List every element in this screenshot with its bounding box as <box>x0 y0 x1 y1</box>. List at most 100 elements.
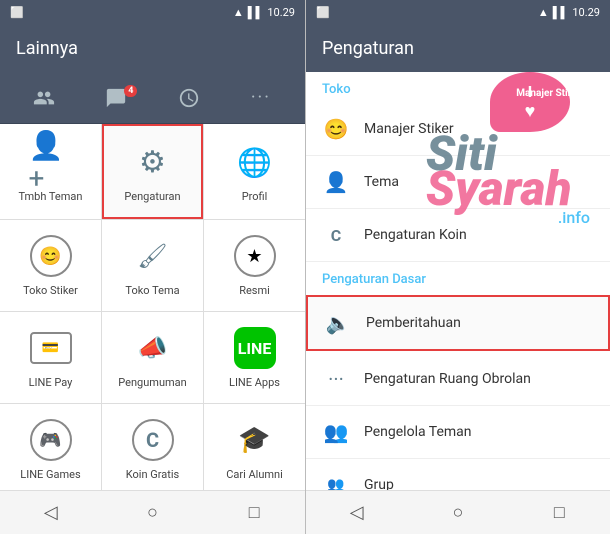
coin-c-icon: C <box>132 419 174 461</box>
item-resmi[interactable]: ★ Resmi <box>204 220 305 311</box>
square-button[interactable]: □ <box>234 493 274 533</box>
tab-friends[interactable] <box>19 87 69 109</box>
item-pengaturan-koin[interactable]: C Pengaturan Koin <box>306 209 610 262</box>
left-top-nav: Lainnya <box>0 24 305 72</box>
right-top-nav: Pengaturan <box>306 24 610 72</box>
right-back-button[interactable]: ◁ <box>337 493 377 533</box>
right-signal-icon: ▌▌ <box>553 6 569 19</box>
gamepad-icon: 🎮 <box>30 419 72 461</box>
right-nav-title: Pengaturan <box>322 38 414 59</box>
left-status-icons: ⬜ <box>10 6 24 19</box>
pengaturan-koin-label: Pengaturan Koin <box>364 227 467 243</box>
card-icon: 💳 <box>30 332 72 364</box>
item-toko-tema[interactable]: 🖌 Toko Tema <box>102 220 203 311</box>
right-home-button[interactable]: ○ <box>438 493 478 533</box>
cari-alumni-label: Cari Alumni <box>226 468 283 481</box>
left-status-bar: ⬜ ▲ ▌▌ 10.29 <box>0 0 305 24</box>
pengelola-teman-label: Pengelola Teman <box>364 424 472 440</box>
koin-gratis-label: Koin Gratis <box>126 468 179 481</box>
tab-clock[interactable] <box>164 87 214 109</box>
manajer-stiker-label: Manajer Stiker <box>364 121 454 137</box>
resmi-label: Resmi <box>239 284 270 297</box>
status-time: 10.29 <box>267 6 295 19</box>
item-profil[interactable]: 🌐 Profil <box>204 124 305 219</box>
line-badge-icon: LINE <box>234 327 276 369</box>
item-line-apps[interactable]: LINE LINE Apps <box>204 312 305 403</box>
item-manajer-stiker[interactable]: 😊 Manajer Stiker <box>306 103 610 156</box>
pengaturan-koin-icon: C <box>322 221 350 249</box>
pengaturan-dasar-section-label: Pengaturan Dasar <box>306 262 610 293</box>
sticker-shop-icon: 😊 <box>30 235 72 277</box>
tab-chat[interactable]: 4 <box>91 87 141 109</box>
right-status-bar: ⬜ ▲ ▌▌ 10.29 <box>306 0 610 24</box>
toko-stiker-label: Toko Stiker <box>23 284 78 297</box>
pengumuman-icon-container: 📣 <box>131 326 175 370</box>
cari-alumni-icon-container: 🎓 <box>233 418 277 462</box>
clock-icon <box>178 87 200 109</box>
chat-dots-icon: ··· <box>322 365 350 393</box>
line-apps-icon-container: LINE <box>233 326 277 370</box>
brush-icon: 🖌 <box>137 242 167 270</box>
tab-more[interactable]: ··· <box>236 87 286 108</box>
koin-gratis-icon-container: C <box>131 418 175 462</box>
left-bottom-nav: ◁ ○ □ <box>0 490 305 534</box>
chat-badge: 4 <box>124 85 137 97</box>
resmi-icon-container: ★ <box>233 234 277 278</box>
tema-person-icon: 👤 <box>322 168 350 196</box>
gear-icon: ⚙ <box>139 145 166 180</box>
line-pay-label: LINE Pay <box>29 376 73 389</box>
home-button[interactable]: ○ <box>132 493 172 533</box>
right-bottom-nav: ◁ ○ □ <box>306 490 610 534</box>
back-button[interactable]: ◁ <box>31 493 71 533</box>
item-line-pay[interactable]: 💳 LINE Pay <box>0 312 101 403</box>
pemberitahuan-label: Pemberitahuan <box>366 315 461 331</box>
profil-icon-container: 🌐 <box>233 140 277 184</box>
left-icon-tabs: 4 ··· <box>0 72 305 124</box>
item-tambah-teman[interactable]: 👤+ Tmbh Teman <box>0 124 101 219</box>
grup-icon: 👥 <box>322 471 350 490</box>
item-toko-stiker[interactable]: 😊 Toko Stiker <box>0 220 101 311</box>
toko-tema-icon-container: 🖌 <box>131 234 175 278</box>
people-icon: 👥 <box>322 418 350 446</box>
item-cari-alumni[interactable]: 🎓 Cari Alumni <box>204 404 305 490</box>
item-line-games[interactable]: 🎮 LINE Games <box>0 404 101 490</box>
speaker-icon: 🔈 <box>324 309 352 337</box>
more-icon: ··· <box>251 87 271 108</box>
left-main-content: 👤+ Tmbh Teman ⚙ Pengaturan 🌐 Profil <box>0 124 305 490</box>
item-pengumuman[interactable]: 📣 Pengumuman <box>102 312 203 403</box>
right-status-icons: ⬜ <box>316 6 330 19</box>
pengaturan-icon-container: ⚙ <box>131 140 175 184</box>
right-status-time: 10.29 <box>572 6 600 19</box>
item-pengaturan[interactable]: ⚙ Pengaturan <box>102 124 203 219</box>
tema-label: Tema <box>364 174 399 190</box>
right-screenshot-icon: ⬜ <box>316 6 330 19</box>
line-games-icon-container: 🎮 <box>29 418 73 462</box>
grid-row-4: 🎮 LINE Games C Koin Gratis 🎓 Cari Alumni <box>0 404 305 490</box>
signal-icon: ▌▌ <box>248 6 264 19</box>
item-tema[interactable]: 👤 Tema <box>306 156 610 209</box>
left-nav-title: Lainnya <box>16 38 78 59</box>
item-pemberitahuan[interactable]: 🔈 Pemberitahuan <box>306 295 610 351</box>
right-status-info: ▲ ▌▌ 10.29 <box>233 6 295 19</box>
globe-icon: 🌐 <box>237 146 272 179</box>
right-square-button[interactable]: □ <box>539 493 579 533</box>
grad-icon: 🎓 <box>238 425 270 455</box>
grid-row-3: 💳 LINE Pay 📣 Pengumuman LINE LINE Apps <box>0 312 305 404</box>
profil-label: Profil <box>242 190 268 203</box>
pengaturan-ruang-obrolan-label: Pengaturan Ruang Obrolan <box>364 371 531 387</box>
item-pengelola-teman[interactable]: 👥 Pengelola Teman <box>306 406 610 459</box>
tambah-teman-icon-container: 👤+ <box>29 140 73 184</box>
friends-icon <box>33 87 55 109</box>
item-grup[interactable]: 👥 Grup <box>306 459 610 490</box>
grup-label: Grup <box>364 477 394 490</box>
line-games-label: LINE Games <box>20 468 80 481</box>
megaphone-icon: 📣 <box>138 334 168 362</box>
item-koin-gratis[interactable]: C Koin Gratis <box>102 404 203 490</box>
toko-stiker-icon-container: 😊 <box>29 234 73 278</box>
item-pengaturan-ruang-obrolan[interactable]: ··· Pengaturan Ruang Obrolan <box>306 353 610 406</box>
grid-row-2: 😊 Toko Stiker 🖌 Toko Tema ★ Resmi <box>0 220 305 312</box>
right-status-right: ▲ ▌▌ 10.29 <box>538 6 600 19</box>
right-wifi-icon: ▲ <box>538 6 549 19</box>
right-phone: ⬜ ▲ ▌▌ 10.29 Pengaturan I ♥ Manajer Stik… <box>305 0 610 534</box>
left-phone: ⬜ ▲ ▌▌ 10.29 Lainnya 4 ··· <box>0 0 305 534</box>
